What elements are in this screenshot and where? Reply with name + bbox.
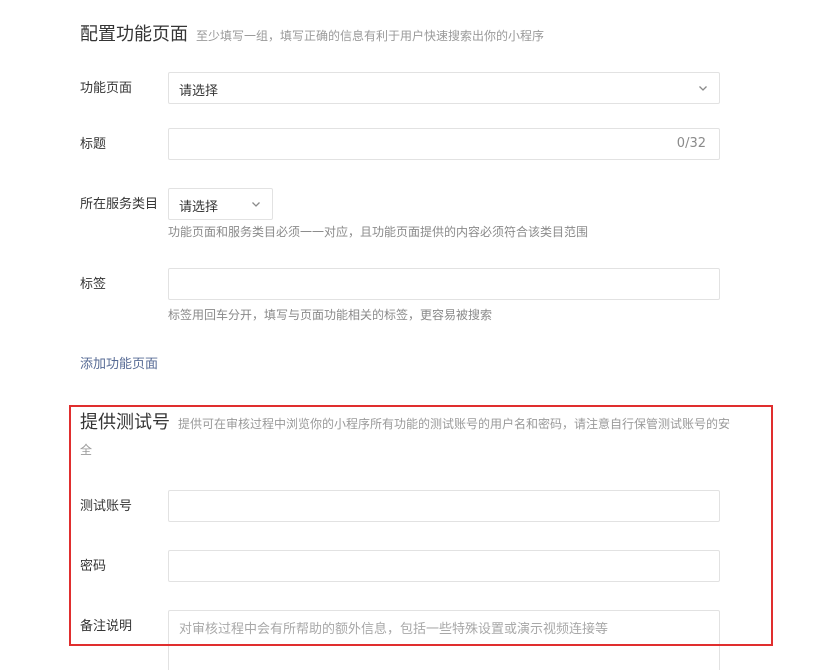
service-category-hint: 功能页面和服务类目必须一一对应，且功能页面提供的内容必须符合该类目范围: [168, 225, 589, 239]
remarks-placeholder: 对审核过程中会有所帮助的额外信息，包括一些特殊设置或演示视频连接等: [179, 622, 609, 637]
title-label: 标题: [80, 137, 107, 152]
title-input[interactable]: 0/32: [168, 128, 720, 160]
config-section-title: 配置功能页面: [80, 24, 188, 45]
function-page-label: 功能页面: [80, 81, 133, 96]
tags-hint: 标签用回车分开，填写与页面功能相关的标签，更容易被搜索: [168, 308, 493, 322]
tags-input[interactable]: [168, 268, 720, 300]
test-section-desc: 提供可在审核过程中浏览你的小程序所有功能的测试账号的用户名和密码，请注意自行保管…: [80, 417, 731, 457]
service-category-label: 所在服务类目: [80, 197, 159, 212]
service-category-select[interactable]: 请选择: [168, 188, 273, 220]
test-account-input[interactable]: [168, 490, 720, 522]
test-section-title: 提供测试号: [80, 412, 170, 433]
config-section-desc: 至少填写一组，填写正确的信息有利于用户快速搜索出你的小程序: [196, 29, 545, 43]
test-account-label: 测试账号: [80, 499, 133, 514]
tags-label: 标签: [80, 277, 107, 292]
config-section-header: 配置功能页面 至少填写一组，填写正确的信息有利于用户快速搜索出你的小程序: [80, 20, 544, 46]
function-page-select-value: 请选择: [179, 84, 219, 99]
test-section-header: 提供测试号 提供可在审核过程中浏览你的小程序所有功能的测试账号的用户名和密码，请注…: [80, 410, 730, 463]
add-function-page-link[interactable]: 添加功能页面: [80, 353, 158, 372]
service-category-select-value: 请选择: [179, 200, 219, 215]
function-page-select[interactable]: 请选择: [168, 72, 720, 104]
password-input[interactable]: [168, 550, 720, 582]
title-char-counter: 0/32: [676, 136, 706, 151]
remarks-textarea[interactable]: 对审核过程中会有所帮助的额外信息，包括一些特殊设置或演示视频连接等: [168, 610, 720, 670]
form-page: 配置功能页面 至少填写一组，填写正确的信息有利于用户快速搜索出你的小程序 功能页面…: [0, 0, 833, 670]
password-label: 密码: [80, 559, 107, 574]
remarks-label: 备注说明: [80, 619, 133, 634]
chevron-down-icon: [250, 198, 262, 210]
chevron-down-icon: [697, 82, 709, 94]
